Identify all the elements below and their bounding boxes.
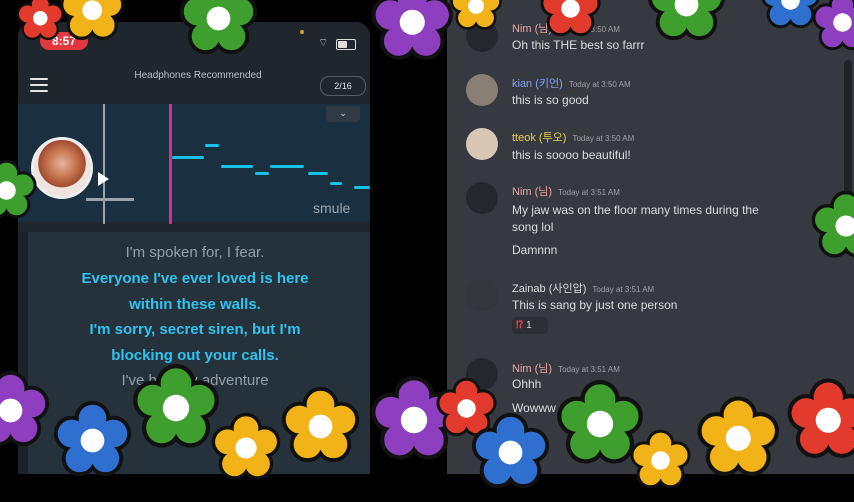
message-text: My jaw was on the floor many times durin…: [512, 203, 759, 217]
pitch-note: [172, 156, 204, 159]
message-timestamp: Today at 3:50 AM: [572, 134, 634, 143]
message-author[interactable]: Nim (님)Today at 3:51 AM: [512, 183, 620, 199]
message-timestamp: Today at 3:51 AM: [592, 285, 654, 294]
message-text: this is so good: [512, 93, 589, 107]
message-text: Ohhh: [512, 377, 541, 391]
page-counter[interactable]: 2/16: [320, 76, 366, 96]
pitch-note: [330, 182, 342, 185]
hamburger-icon[interactable]: [30, 78, 48, 92]
pitch-note: [270, 165, 304, 168]
flower-decoration: [532, 0, 609, 47]
flower-decoration: [637, 0, 736, 54]
message-text: This is sang by just one person: [512, 298, 677, 312]
message-text: this is soooo beautiful!: [512, 148, 631, 162]
message-text: song lol: [512, 220, 553, 234]
message-author[interactable]: kian (키언)Today at 3:50 AM: [512, 75, 631, 91]
flower-decoration: [802, 182, 854, 270]
lyric-line: Everyone I've ever loved is here: [32, 270, 358, 287]
privacy-indicator: [300, 30, 304, 34]
chat-scrollbar[interactable]: [844, 60, 852, 200]
flower-decoration: [776, 368, 854, 473]
timeline-marker: [103, 104, 105, 224]
pitch-note: [308, 172, 328, 175]
pitch-note: [205, 144, 219, 147]
avatar[interactable]: [466, 182, 498, 214]
wifi-icon: ⌔: [318, 36, 328, 50]
chevron-down-icon[interactable]: ⌄: [326, 106, 360, 122]
play-icon[interactable]: [98, 172, 109, 186]
message-text: Damnnn: [512, 243, 557, 257]
lyric-line: I'm spoken for, I fear.: [32, 244, 358, 261]
reaction-count: 1: [526, 320, 532, 331]
reaction-emoji: ⁉: [516, 320, 523, 331]
lyric-line: I'm sorry, secret siren, but I'm: [32, 321, 358, 338]
message-timestamp: Today at 3:50 AM: [569, 80, 631, 89]
pitch-note: [255, 172, 269, 175]
avatar[interactable]: [466, 128, 498, 160]
avatar[interactable]: [466, 74, 498, 106]
message-timestamp: Today at 3:51 AM: [558, 188, 620, 197]
flower-decoration: [804, 0, 854, 61]
battery-icon: [336, 39, 356, 50]
message-author[interactable]: Zainab (사인압)Today at 3:51 AM: [512, 280, 654, 296]
pitch-note: [354, 186, 370, 189]
flower-decoration: [51, 0, 134, 51]
flower-decoration: [271, 377, 370, 476]
headphones-header: Headphones Recommended: [98, 70, 298, 81]
smule-logo: smule: [313, 200, 350, 216]
flower-decoration: [686, 386, 791, 491]
message-author[interactable]: tteok (투오)Today at 3:50 AM: [512, 129, 634, 145]
flower-decoration: [0, 152, 45, 229]
avatar[interactable]: [466, 279, 498, 311]
playhead-line: [169, 104, 172, 224]
flower-decoration: [443, 0, 509, 39]
reaction-button[interactable]: ⁉ 1: [512, 317, 548, 334]
lyric-line: within these walls.: [32, 296, 358, 313]
flower-decoration: [169, 0, 268, 68]
pitch-note: [221, 165, 253, 168]
mic-stand: [86, 198, 134, 201]
